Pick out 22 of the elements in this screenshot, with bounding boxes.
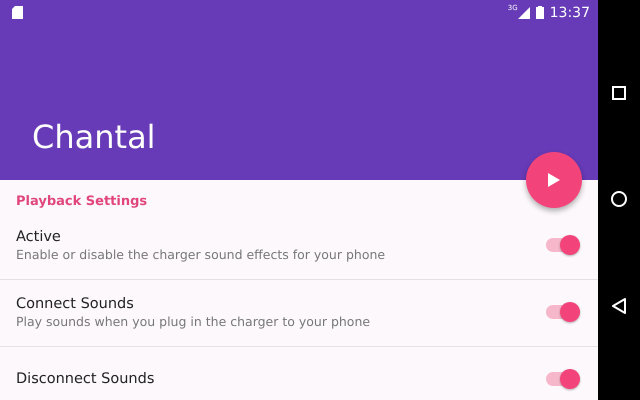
setting-title: Connect Sounds: [16, 296, 135, 312]
setting-row[interactable]: Connect Sounds Play sounds when you plug in the charger to your phone: [0, 280, 598, 347]
setting-title: Disconnect Sounds: [16, 371, 156, 387]
play-icon: [548, 173, 560, 187]
signal-icon: [518, 6, 530, 18]
status-time: 13:37: [550, 4, 590, 20]
home-icon[interactable]: [611, 190, 627, 207]
setting-title: Active: [16, 228, 62, 244]
app-title: Chantal: [31, 118, 157, 158]
section-header: Playback Settings: [15, 193, 148, 211]
toggle-switch[interactable]: [546, 238, 580, 252]
back-icon[interactable]: [612, 298, 626, 314]
toggle-switch[interactable]: [546, 305, 580, 319]
setting-row[interactable]: Active Enable or disable the charger sound effects for your phone: [0, 213, 598, 280]
sd-card-icon: [12, 6, 23, 19]
play-button[interactable]: [526, 152, 582, 208]
setting-summary: Enable or disable the charger sound effects for your phone: [16, 246, 386, 262]
battery-icon: [536, 6, 544, 19]
toggle-switch[interactable]: [546, 372, 580, 386]
square-icon[interactable]: [612, 86, 626, 100]
setting-summary: Play sounds when you plug in the charger to your phone: [16, 314, 372, 328]
setting-row[interactable]: Disconnect Sounds: [0, 347, 598, 400]
